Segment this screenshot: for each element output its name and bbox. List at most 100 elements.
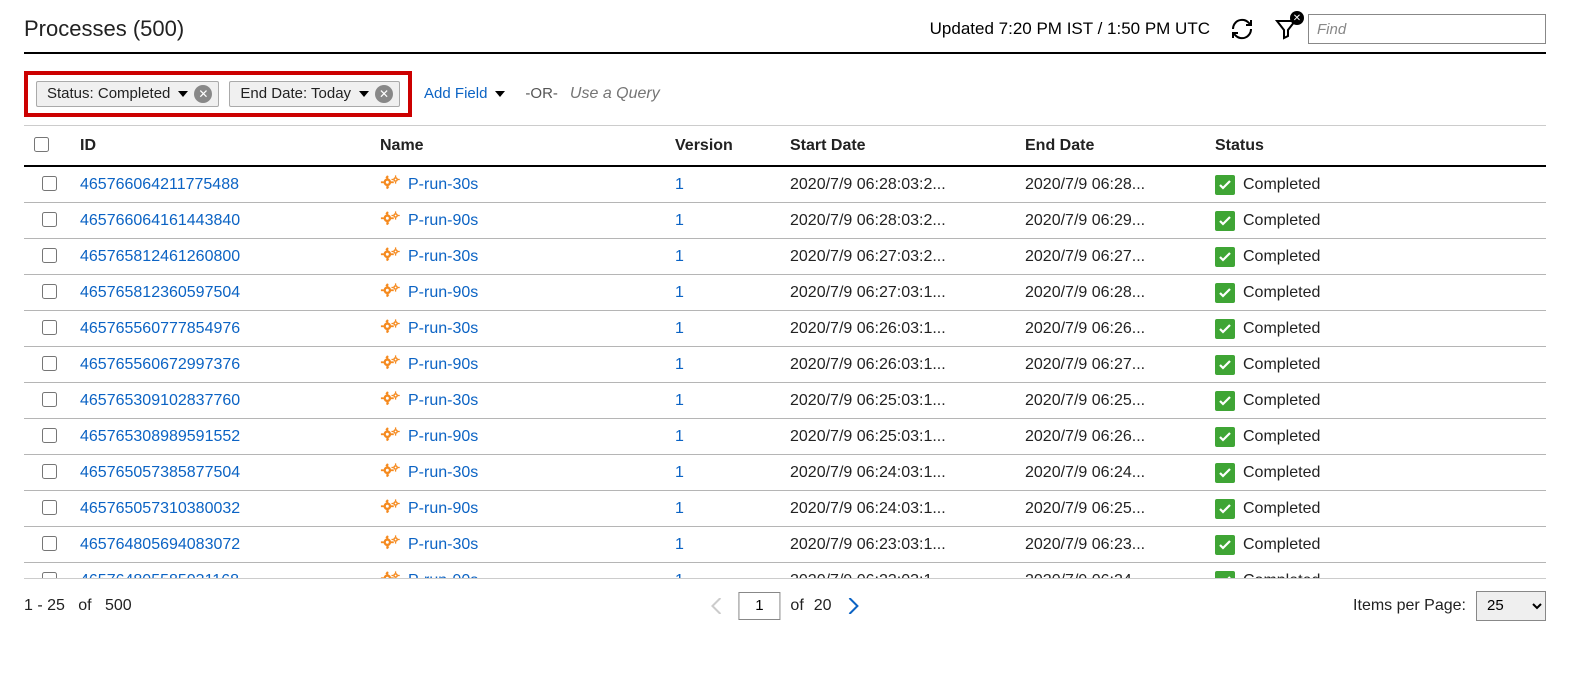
process-id-link[interactable]: 465766064211775488 (80, 176, 239, 193)
process-id-link[interactable]: 465765560777854976 (80, 320, 240, 337)
version-link[interactable]: 1 (675, 176, 684, 193)
filter-clear-badge[interactable]: ✕ (1290, 11, 1304, 25)
chip-remove-button[interactable]: ✕ (194, 85, 212, 103)
check-icon (1219, 395, 1231, 407)
of-label: of (790, 597, 803, 615)
process-name-link[interactable]: P-run-90s (408, 428, 478, 446)
version-link[interactable]: 1 (675, 536, 684, 553)
row-checkbox[interactable] (42, 320, 57, 335)
filter-highlight-box: Status: Completed ✕ End Date: Today ✕ (24, 71, 412, 117)
row-checkbox[interactable] (42, 464, 57, 479)
page-title: Processes (500) (24, 16, 184, 42)
table-scroll[interactable]: ID Name Version Start Date End Date Stat… (24, 126, 1546, 578)
table-row: 465765057385877504 P-run-30s 1 2020/7/9 … (24, 455, 1546, 491)
header-bar: Processes (500) Updated 7:20 PM IST / 1:… (24, 12, 1546, 54)
row-checkbox[interactable] (42, 212, 57, 227)
filter-button[interactable]: ✕ (1270, 13, 1302, 45)
version-link[interactable]: 1 (675, 500, 684, 517)
process-id-link[interactable]: 465764805694083072 (80, 536, 240, 553)
add-field-link[interactable]: Add Field (424, 85, 487, 102)
filter-chip-status[interactable]: Status: Completed ✕ (36, 81, 219, 107)
row-checkbox[interactable] (42, 392, 57, 407)
status-label: Completed (1243, 536, 1320, 554)
status-label: Completed (1243, 320, 1320, 338)
process-id-link[interactable]: 465765812360597504 (80, 284, 240, 301)
version-link[interactable]: 1 (675, 392, 684, 409)
end-date-cell: 2020/7/9 06:24... (1019, 563, 1209, 579)
status-badge (1215, 355, 1235, 375)
process-name-link[interactable]: P-run-30s (408, 536, 478, 554)
chevron-down-icon[interactable] (495, 89, 505, 99)
process-name-link[interactable]: P-run-90s (408, 212, 478, 230)
row-checkbox[interactable] (42, 248, 57, 263)
process-name-link[interactable]: P-run-30s (408, 464, 478, 482)
version-link[interactable]: 1 (675, 284, 684, 301)
prev-page-button[interactable] (706, 594, 728, 618)
version-link[interactable]: 1 (675, 212, 684, 229)
filter-chip-end-date[interactable]: End Date: Today ✕ (229, 81, 400, 107)
version-link[interactable]: 1 (675, 248, 684, 265)
table-row: 465765560777854976 P-run-30s 1 2020/7/9 … (24, 311, 1546, 347)
process-name-link[interactable]: P-run-90s (408, 284, 478, 302)
process-name-link[interactable]: P-run-30s (408, 248, 478, 266)
version-link[interactable]: 1 (675, 356, 684, 373)
page-number-input[interactable] (738, 592, 780, 620)
status-cell: Completed (1215, 175, 1540, 195)
process-id-link[interactable]: 465765812461260800 (80, 248, 240, 265)
row-checkbox[interactable] (42, 428, 57, 443)
col-header-version[interactable]: Version (669, 126, 784, 166)
process-id-link[interactable]: 465765057385877504 (80, 464, 240, 481)
process-name-link[interactable]: P-run-30s (408, 392, 478, 410)
chevron-down-icon (359, 89, 369, 99)
table-row: 465765308989591552 P-run-90s 1 2020/7/9 … (24, 419, 1546, 455)
end-date-cell: 2020/7/9 06:27... (1019, 347, 1209, 383)
items-per-page-select[interactable]: 25 (1476, 591, 1546, 621)
chip-label: End Date: Today (240, 85, 351, 102)
process-name-link[interactable]: P-run-30s (408, 320, 478, 338)
process-id-link[interactable]: 465765309102837760 (80, 392, 240, 409)
col-header-id[interactable]: ID (74, 126, 374, 166)
start-date-cell: 2020/7/9 06:26:03:1... (784, 311, 1019, 347)
process-name-link[interactable]: P-run-30s (408, 176, 478, 194)
row-checkbox[interactable] (42, 176, 57, 191)
process-icon (380, 570, 402, 579)
process-id-link[interactable]: 465765560672997376 (80, 356, 240, 373)
process-name-link[interactable]: P-run-90s (408, 356, 478, 374)
process-icon (380, 318, 402, 340)
next-page-button[interactable] (842, 594, 864, 618)
end-date-cell: 2020/7/9 06:26... (1019, 311, 1209, 347)
process-id-link[interactable]: 465765057310380032 (80, 500, 240, 517)
row-checkbox[interactable] (42, 284, 57, 299)
col-header-status[interactable]: Status (1209, 126, 1546, 166)
table-row: 465766064211775488 P-run-30s 1 2020/7/9 … (24, 166, 1546, 203)
process-id-link[interactable]: 465766064161443840 (80, 212, 240, 229)
version-link[interactable]: 1 (675, 320, 684, 337)
row-checkbox[interactable] (42, 356, 57, 371)
refresh-icon (1230, 17, 1254, 41)
col-header-start[interactable]: Start Date (784, 126, 1019, 166)
query-input[interactable] (568, 84, 708, 104)
process-id-link[interactable]: 465765308989591552 (80, 428, 240, 445)
col-header-name[interactable]: Name (374, 126, 669, 166)
row-checkbox[interactable] (42, 500, 57, 515)
select-all-header[interactable] (24, 126, 74, 166)
col-header-end[interactable]: End Date (1019, 126, 1209, 166)
item-range: 1 - 25 of 500 (24, 597, 132, 615)
chip-remove-button[interactable]: ✕ (375, 85, 393, 103)
of-label: of (78, 597, 91, 614)
start-date-cell: 2020/7/9 06:27:03:2... (784, 239, 1019, 275)
row-checkbox[interactable] (42, 536, 57, 551)
select-all-checkbox[interactable] (34, 137, 49, 152)
start-date-cell: 2020/7/9 06:25:03:1... (784, 383, 1019, 419)
status-cell: Completed (1215, 499, 1540, 519)
status-label: Completed (1243, 464, 1320, 482)
total-items: 500 (105, 597, 132, 614)
process-name-link[interactable]: P-run-90s (408, 500, 478, 518)
refresh-button[interactable] (1226, 13, 1258, 45)
version-link[interactable]: 1 (675, 464, 684, 481)
updated-prefix: Updated (930, 19, 999, 38)
find-input[interactable] (1308, 14, 1546, 44)
version-link[interactable]: 1 (675, 428, 684, 445)
chevron-down-icon (178, 89, 188, 99)
range-text: 1 - 25 (24, 597, 65, 614)
